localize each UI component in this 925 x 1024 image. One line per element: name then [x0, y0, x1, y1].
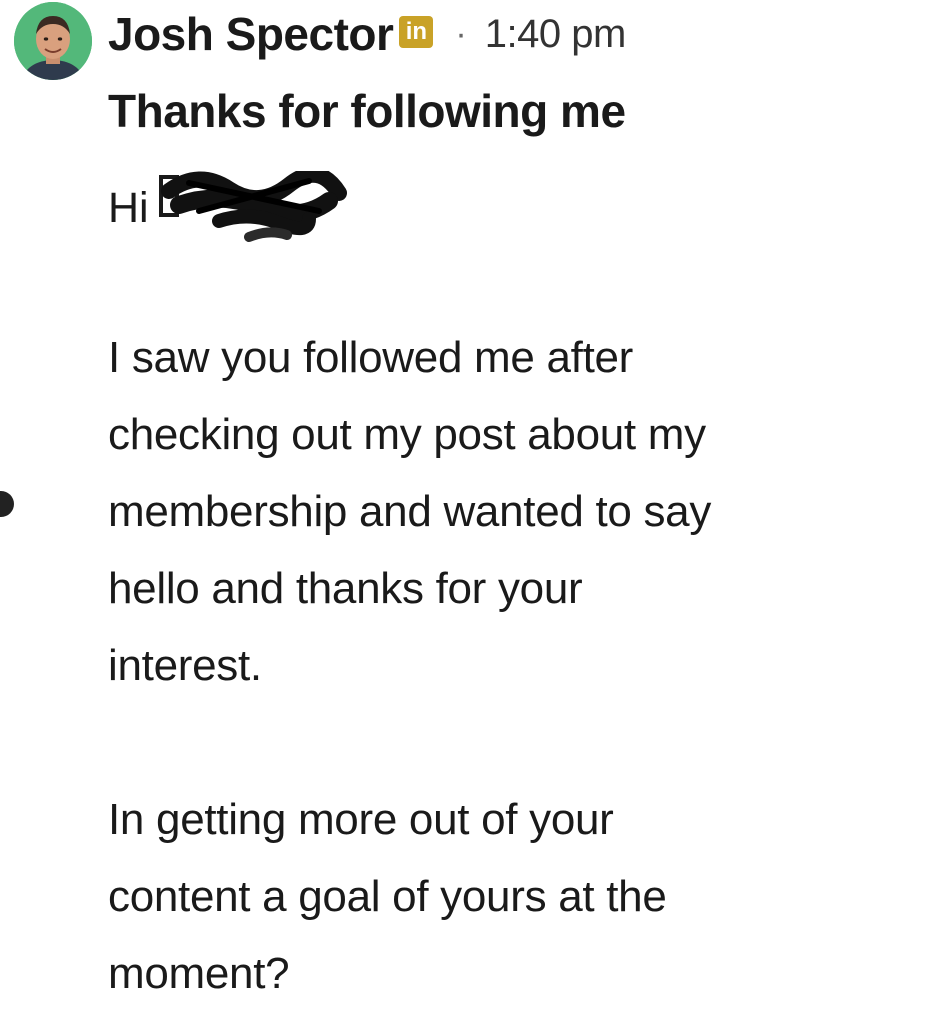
linkedin-premium-icon: in	[399, 16, 434, 48]
greeting-line: Hi	[108, 163, 349, 254]
body-paragraph-1: I saw you followed me after checking out…	[108, 319, 908, 704]
body-line: I saw you followed me after	[108, 333, 634, 382]
body-line: In getting more out of your	[108, 795, 614, 844]
body-line: content a goal of yours at the	[108, 872, 667, 921]
separator-dot: ·	[455, 14, 467, 53]
sender-name[interactable]: Josh Spector	[108, 7, 394, 61]
redaction-scribble-icon	[158, 166, 349, 262]
body-line: moment?	[108, 949, 290, 998]
message-body: I saw you followed me after checking out…	[108, 319, 908, 1012]
message-timestamp: 1:40 pm	[484, 11, 627, 56]
greeting-text: Hi	[108, 184, 149, 232]
body-line: hello and thanks for your	[108, 564, 583, 613]
message-view: Josh Spector in · 1:40 pm Thanks for fol…	[0, 0, 925, 1024]
scroll-indicator-dot	[0, 491, 14, 517]
message-subject: Thanks for following me	[108, 85, 626, 137]
body-paragraph-2: In getting more out of your content a go…	[108, 781, 908, 1012]
avatar-photo-icon	[14, 2, 92, 80]
body-line: membership and wanted to say	[108, 487, 712, 536]
avatar[interactable]	[14, 2, 92, 80]
body-line: interest.	[108, 641, 262, 690]
body-line: checking out my post about my	[108, 410, 706, 459]
message-header: Josh Spector in · 1:40 pm	[108, 4, 626, 64]
